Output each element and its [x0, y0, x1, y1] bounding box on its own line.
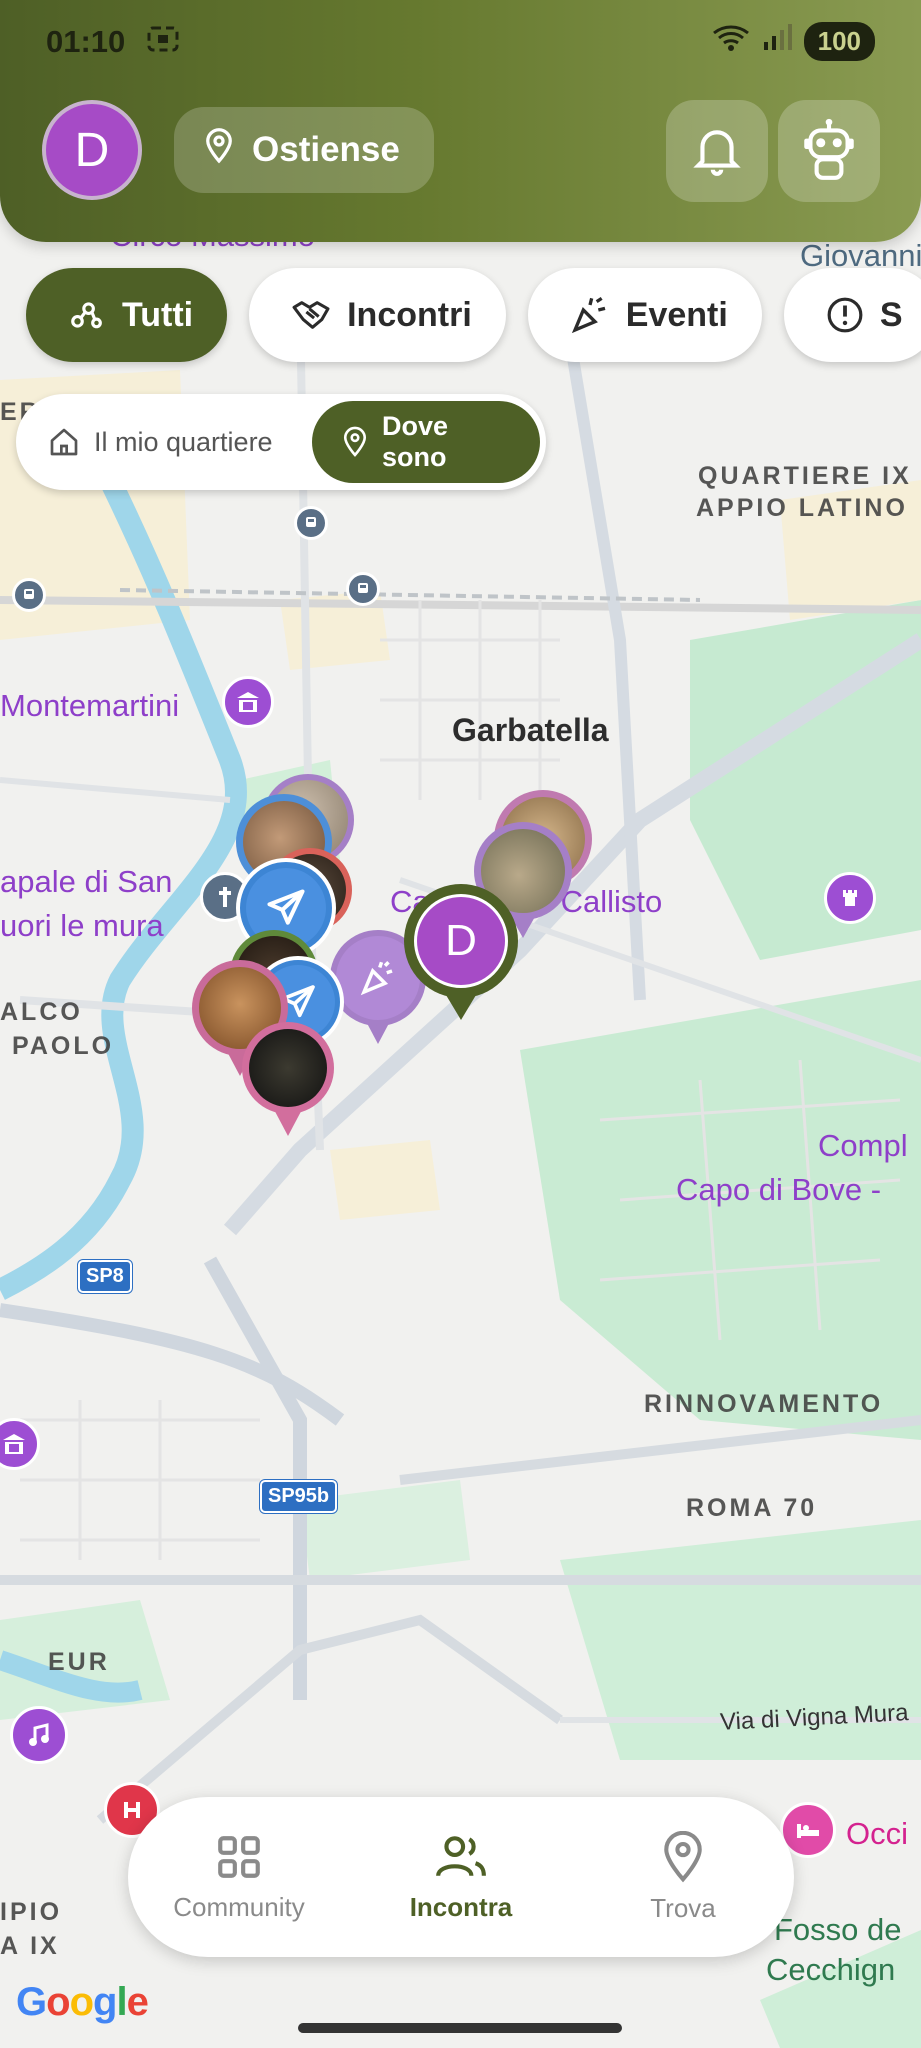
alert-icon — [827, 297, 863, 333]
map-label-san-paolo-2: uori le mura — [0, 908, 164, 943]
scope-here[interactable]: Dove sono — [312, 401, 540, 483]
bell-icon — [693, 130, 741, 176]
location-pin-icon — [343, 426, 367, 457]
assistant-button[interactable] — [778, 100, 880, 202]
screen-record-icon — [146, 24, 180, 62]
filter-segnalazioni[interactable]: S — [783, 268, 921, 362]
scope-here-label: Dove sono — [381, 411, 448, 472]
status-time: 01:10 — [46, 24, 126, 59]
signal-icon — [762, 23, 792, 60]
map-label-garbatella: Garbatella — [452, 712, 609, 748]
user-pin-letter: D — [414, 894, 508, 988]
home-indicator[interactable] — [298, 2023, 622, 2033]
nav-incontra-label: Incontra — [409, 1891, 513, 1922]
filter-incontri-label: Incontri — [347, 295, 472, 334]
map-label-ipio: IPIO — [0, 1898, 63, 1926]
map-label-compl: Compl — [818, 1128, 908, 1163]
scope-toggle: Il mio quartiere Dove sono — [16, 394, 546, 490]
handshake-icon — [292, 301, 330, 329]
filter-segnalazioni-label: S — [879, 295, 903, 334]
scope-neighborhood-label: Il mio quartiere — [94, 426, 273, 457]
send-icon — [267, 889, 305, 925]
nav-incontra[interactable]: Incontra — [361, 1832, 561, 1923]
filter-eventi-label: Eventi — [625, 295, 728, 334]
train-station-icon — [12, 578, 46, 612]
train-station-icon — [346, 572, 380, 606]
map-label-montemartini: Montemartini — [0, 688, 180, 723]
header-bar: 01:10 100 D Ostiense — [0, 0, 921, 242]
grid-icon — [218, 1835, 260, 1878]
photo-pin[interactable] — [242, 1022, 334, 1144]
location-pin-icon — [204, 127, 234, 173]
notifications-button[interactable] — [666, 100, 768, 202]
scope-neighborhood[interactable]: Il mio quartiere — [48, 401, 273, 483]
museum-icon — [222, 676, 274, 728]
battery-indicator: 100 — [803, 22, 875, 61]
avatar[interactable]: D — [42, 100, 142, 200]
map-label-alco: ALCO — [0, 998, 83, 1026]
road-shield-sp95b: SP95b — [260, 1480, 338, 1513]
map-label-capo-di-bove: Capo di Bove - — [676, 1172, 882, 1207]
all-categories-icon — [71, 302, 102, 329]
train-station-icon — [294, 506, 328, 540]
people-icon — [436, 1835, 486, 1876]
location-chip[interactable]: Ostiense — [174, 107, 434, 193]
road-shield-sp8: SP8 — [78, 1260, 132, 1293]
filter-eventi[interactable]: Eventi — [527, 268, 762, 362]
filter-incontri[interactable]: Incontri — [249, 268, 506, 362]
map-label-eur: EUR — [48, 1648, 110, 1676]
robot-icon — [804, 118, 854, 180]
nav-trova-label: Trova — [650, 1892, 716, 1923]
map-label-occi: Occi — [846, 1816, 908, 1851]
map-label-paolo: PAOLO — [12, 1032, 115, 1060]
user-location-pin[interactable]: D — [404, 884, 518, 1032]
map-label-a-ix: A IX — [0, 1932, 60, 1960]
map-label-san-paolo-1: apale di San — [0, 864, 173, 899]
map-label-appio-latino: APPIO LATINO — [696, 494, 908, 522]
status-bar: 01:10 100 — [46, 20, 875, 66]
wifi-icon — [712, 23, 750, 61]
filter-tutti-label: Tutti — [122, 295, 194, 334]
castle-icon — [824, 872, 876, 924]
party-popper-icon — [360, 961, 393, 996]
location-name: Ostiense — [252, 130, 400, 169]
nav-community[interactable]: Community — [139, 1832, 339, 1923]
party-popper-icon — [571, 296, 606, 334]
map-label-cecchignola: Cecchign — [766, 1952, 896, 1987]
map-label-quartiere-ix: QUARTIERE IX — [698, 462, 912, 490]
nav-trova[interactable]: Trova — [583, 1830, 783, 1924]
google-logo: Google — [16, 1980, 149, 2024]
home-icon — [50, 428, 78, 456]
map-label-rinnovamento: RINNOVAMENTO — [644, 1390, 884, 1418]
filter-tutti[interactable]: Tutti — [26, 268, 228, 362]
music-icon — [10, 1706, 68, 1764]
nav-community-label: Community — [173, 1891, 305, 1922]
map-label-fosso: Fosso de — [774, 1912, 902, 1947]
map-label-roma-70: ROMA 70 — [686, 1494, 818, 1522]
category-filters: Tutti Incontri Eventi S — [26, 268, 921, 362]
location-pin-icon — [664, 1830, 702, 1882]
bottom-navigation: Community Incontra Trova — [128, 1797, 794, 1957]
